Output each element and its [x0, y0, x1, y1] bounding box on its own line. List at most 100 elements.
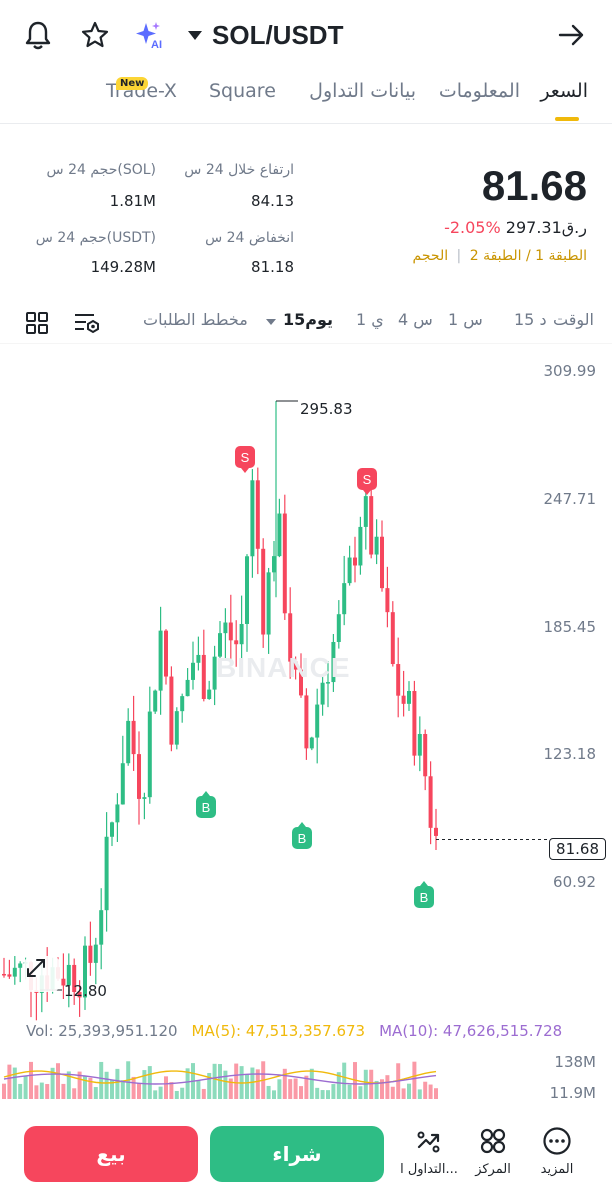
layer-tags: الطبقة 1 / الطبقة 2 | الحجم	[412, 248, 587, 264]
tf-1d[interactable]: 1 ي	[356, 310, 384, 329]
buy-marker: B	[414, 881, 434, 908]
candle-body	[99, 910, 104, 945]
candle-body	[180, 696, 185, 712]
tf-15m[interactable]: 15 د	[514, 310, 547, 329]
sell-button[interactable]: بيع	[24, 1126, 198, 1182]
candle-body	[223, 622, 228, 634]
candle-body	[412, 690, 417, 756]
pair-selector[interactable]: SOL/USDT	[188, 18, 343, 52]
chevron-down-icon[interactable]	[266, 319, 276, 325]
candle-body	[342, 583, 347, 615]
nav-more-label: المزيد	[540, 1162, 574, 1177]
candle-body	[164, 630, 168, 677]
tf-active[interactable]: 15يوم	[283, 310, 333, 329]
volume-bar	[412, 1061, 417, 1099]
fullscreen-expand-icon[interactable]	[24, 956, 60, 992]
volume-bar	[120, 1080, 125, 1099]
volume-bar	[428, 1084, 433, 1099]
layer1-tag[interactable]: الطبقة 1	[535, 248, 587, 264]
volume-bar	[93, 1087, 98, 1099]
ai-sparkle-icon[interactable]: AI	[132, 18, 166, 52]
candle-body	[417, 733, 422, 756]
candle-body	[12, 967, 17, 977]
nav-more[interactable]: المزيد	[522, 1126, 592, 1177]
svg-text:B: B	[420, 890, 429, 905]
tab-bar: السعر المعلومات بيانات التداول Square Tr…	[0, 72, 612, 124]
depth-chart-tab[interactable]: مخطط الطلبات	[143, 310, 248, 329]
candle-body	[358, 526, 363, 566]
vol-usdt-label: حجم 24 س(USDT)	[35, 230, 156, 246]
vol-sol-value: 1.81M	[109, 192, 156, 210]
trade-icon	[394, 1126, 464, 1156]
candle-body	[315, 704, 320, 738]
tab-info[interactable]: المعلومات	[439, 80, 520, 102]
ai-badge: AI	[151, 39, 162, 50]
candle-body	[142, 797, 147, 799]
volume-bar	[7, 1064, 12, 1099]
candle-body	[369, 496, 374, 555]
candlestick-chart[interactable]: S S B B B BINANCE 309.99 247.71 185.45 123.1…	[0, 344, 612, 1114]
volume-bar	[401, 1088, 406, 1099]
tab-trading-data[interactable]: بيانات التداول	[309, 80, 416, 102]
tf-4h[interactable]: 4 س	[398, 310, 433, 329]
arrow-right-icon[interactable]	[554, 18, 588, 52]
change-percent: -2.05%	[444, 218, 501, 237]
time-label[interactable]: الوقت	[553, 310, 594, 329]
candle-body	[374, 536, 379, 555]
tf-1h[interactable]: 1 س	[448, 310, 483, 329]
volume-bar	[45, 1084, 50, 1099]
buy-marker: B	[292, 822, 312, 849]
grid-layout-icon[interactable]	[26, 312, 48, 338]
sell-marker: S	[235, 446, 255, 473]
volume-bar	[272, 1090, 276, 1099]
candle-body	[234, 640, 239, 645]
volume-bar	[174, 1090, 179, 1099]
volume-bar	[142, 1070, 147, 1099]
axis-label-5: 60.92	[553, 873, 596, 891]
nav-trade[interactable]: التداول ا...	[394, 1126, 464, 1177]
volume-bar	[29, 1061, 33, 1099]
volume-bar	[347, 1084, 352, 1099]
candle-body	[390, 612, 395, 665]
tab-price[interactable]: السعر	[540, 80, 588, 102]
volume-bar	[12, 1067, 17, 1099]
candle-body	[126, 720, 131, 764]
candle-body	[353, 557, 357, 566]
candle-body	[115, 804, 120, 823]
volume-bar	[277, 1079, 282, 1099]
buy-button[interactable]: شراء	[210, 1126, 384, 1182]
candle-body	[18, 963, 23, 968]
volume-info: Vol: 25,393,951.120 MA(5): 47,513,357.673…	[26, 1022, 562, 1040]
indicator-settings-icon[interactable]	[74, 312, 100, 338]
layer2-tag[interactable]: الطبقة 2	[470, 248, 522, 264]
candle-body	[347, 557, 352, 584]
new-badge: New	[116, 77, 149, 90]
top-bar: AI SOL/USDT	[0, 0, 612, 72]
volume-tag[interactable]: الحجم	[413, 248, 449, 264]
volume-bar	[390, 1086, 395, 1099]
volume-bar	[212, 1063, 217, 1099]
volume-bar	[434, 1088, 438, 1099]
nav-center[interactable]: المركز	[458, 1126, 528, 1177]
more-dots-icon	[522, 1126, 592, 1156]
volume-bar	[358, 1086, 363, 1099]
candle-body	[261, 548, 266, 635]
candle-body	[407, 690, 411, 704]
ref-price: 297.31	[505, 218, 562, 237]
star-icon[interactable]	[78, 18, 112, 52]
volume-bar	[131, 1076, 136, 1099]
apps-grid-icon	[458, 1126, 528, 1156]
volume-bar	[342, 1062, 347, 1099]
bell-icon[interactable]	[21, 18, 55, 52]
volume-bar	[234, 1063, 239, 1099]
volume-bar	[137, 1083, 141, 1099]
candle-body	[169, 676, 174, 745]
volume-bar	[34, 1085, 39, 1099]
ma10-label: MA(10): 47,626,515.728	[379, 1022, 563, 1040]
volume-bar	[423, 1081, 428, 1099]
chevron-down-icon	[188, 30, 202, 40]
candle-body	[266, 572, 271, 635]
candle-body	[336, 614, 341, 642]
volume-bar	[104, 1071, 109, 1099]
tab-square[interactable]: Square	[209, 80, 276, 102]
